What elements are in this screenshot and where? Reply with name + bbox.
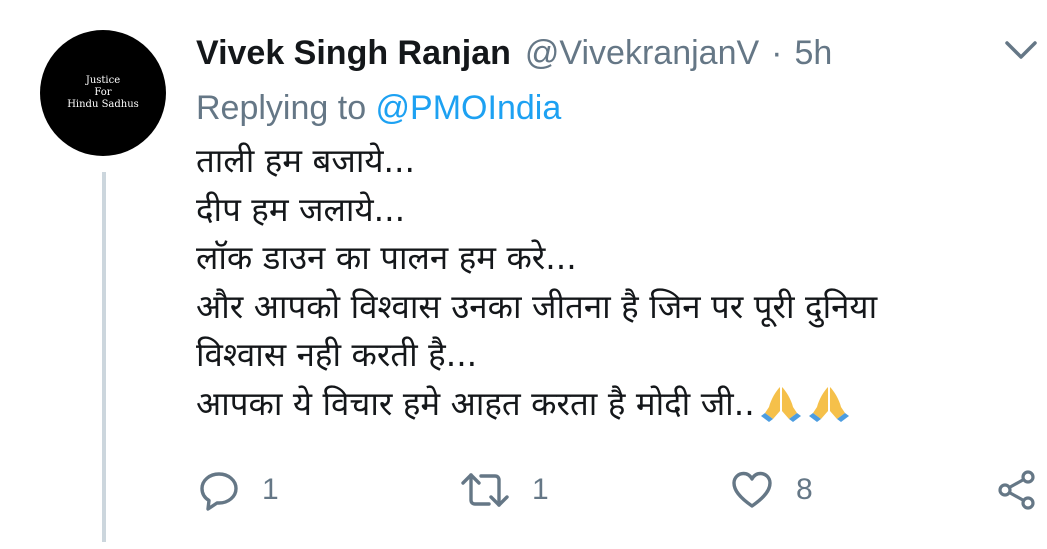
reply-count: 1 bbox=[262, 473, 279, 506]
share-icon bbox=[998, 470, 1035, 510]
retweet-button[interactable]: 1 bbox=[460, 462, 549, 518]
avatar-text-line-2: For bbox=[94, 87, 112, 98]
replying-prefix: Replying to bbox=[196, 89, 376, 127]
share-button[interactable] bbox=[997, 462, 1037, 518]
chevron-down-icon bbox=[1005, 41, 1037, 59]
author-handle[interactable]: @VivekranjanV bbox=[525, 28, 759, 78]
tweet-text: ताली हम बजाये... दीप हम जलाये... लॉक डाउ… bbox=[196, 137, 1026, 428]
action-bar: 1 1 8 bbox=[0, 462, 1047, 518]
tweet-line: विश्वास नही करती है... bbox=[196, 335, 478, 374]
retweet-icon bbox=[461, 473, 509, 507]
tweet-line: ताली हम बजाये... bbox=[196, 141, 415, 180]
timestamp[interactable]: 5h bbox=[794, 28, 832, 78]
like-button[interactable]: 8 bbox=[730, 462, 813, 518]
folded-hands-icon bbox=[760, 386, 801, 422]
tweet-line-text: आपका ये विचार हमे आहत करता है मोदी जी.. bbox=[196, 383, 755, 423]
avatar[interactable]: Justice For Hindu Sadhus bbox=[40, 30, 166, 156]
author-name[interactable]: Vivek Singh Ranjan bbox=[196, 28, 511, 78]
replying-to: Replying to @PMOIndia bbox=[196, 84, 561, 132]
tweet-line: लॉक डाउन का पालन हम करे... bbox=[196, 238, 577, 277]
separator-dot: · bbox=[771, 34, 783, 72]
like-count: 8 bbox=[796, 473, 813, 506]
retweet-count: 1 bbox=[532, 473, 549, 506]
tweet-line: दीप हम जलाये... bbox=[196, 189, 406, 229]
heart-icon bbox=[732, 471, 772, 508]
tweet-last-line: आपका ये विचार हमे आहत करता है मोदी जी.. bbox=[196, 380, 1026, 429]
folded-hands-icon bbox=[808, 386, 849, 422]
reply-icon bbox=[200, 472, 238, 511]
replying-to-handle[interactable]: @PMOIndia bbox=[376, 89, 562, 127]
reply-button[interactable]: 1 bbox=[198, 462, 279, 518]
tweet-line: और आपको विश्वास उनका जीतना है जिन पर पूर… bbox=[196, 286, 878, 326]
more-options-button[interactable] bbox=[1003, 38, 1039, 64]
avatar-text-line-1: Justice bbox=[85, 75, 121, 86]
avatar-text-line-3: Hindu Sadhus bbox=[67, 99, 139, 110]
tweet-header: Vivek Singh Ranjan @VivekranjanV · 5h bbox=[196, 28, 832, 78]
